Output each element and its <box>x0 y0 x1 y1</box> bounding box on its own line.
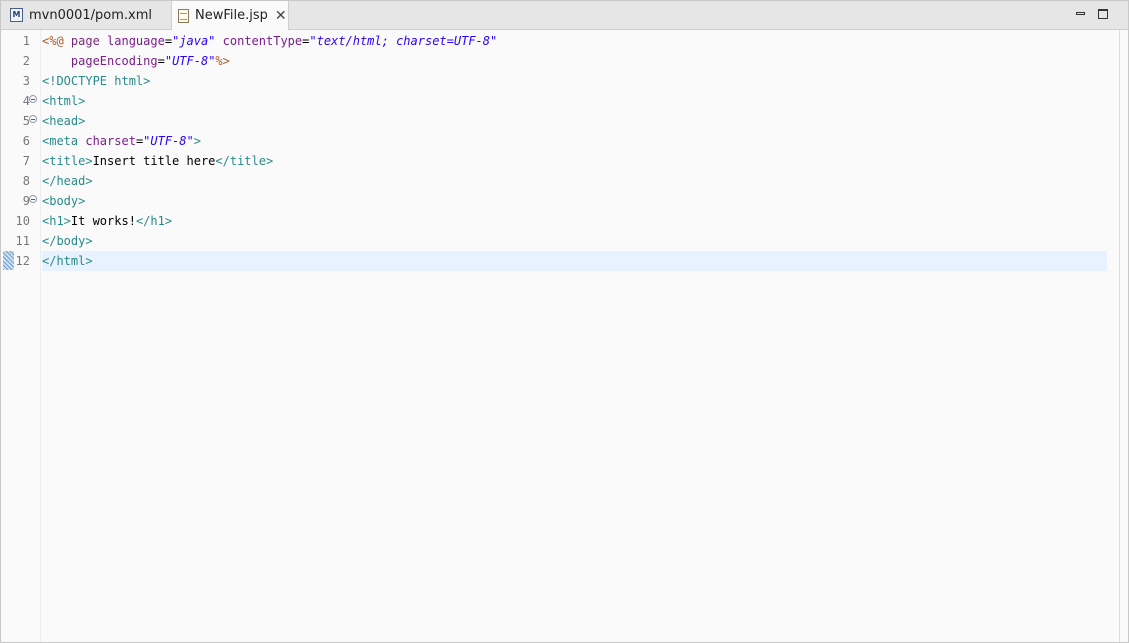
code-token: page <box>70 34 108 48</box>
line-number: 6 <box>22 134 30 148</box>
code-token: <meta <box>42 134 86 148</box>
code-token: <head> <box>42 114 86 128</box>
code-line[interactable]: </html> <box>42 251 1107 271</box>
line-number: 8 <box>22 174 30 188</box>
vertical-scrollbar[interactable] <box>1119 30 1120 642</box>
code-token: = <box>157 54 165 68</box>
code-line[interactable]: <head> <box>42 111 1107 131</box>
line-number: 4 <box>22 94 30 108</box>
code-token: </title> <box>215 154 274 168</box>
fold-collapse-icon[interactable] <box>29 195 37 203</box>
line-number: 9 <box>22 194 30 208</box>
code-line[interactable]: <!DOCTYPE html> <box>42 71 1107 91</box>
code-token: language <box>107 34 165 48</box>
line-number: 12 <box>15 254 30 268</box>
minimize-icon[interactable] <box>1075 8 1087 20</box>
line-number: 5 <box>22 114 30 128</box>
line-number: 1 <box>22 34 30 48</box>
tab-label: mvn0001/pom.xml <box>29 7 153 23</box>
code-token: It works! <box>70 214 136 228</box>
code-line[interactable]: <title>Insert title here</title> <box>42 151 1107 171</box>
code-line[interactable]: pageEncoding="UTF-8"%> <box>42 51 1107 71</box>
code-line[interactable]: <body> <box>42 191 1107 211</box>
line-number: 7 <box>22 154 30 168</box>
tab-label: NewFile.jsp <box>195 8 268 23</box>
code-token: <h1> <box>42 214 71 228</box>
code-token: </body> <box>42 234 93 248</box>
code-token: %> <box>215 54 230 68</box>
code-token: </h1> <box>135 214 173 228</box>
code-line[interactable]: <h1>It works!</h1> <box>42 211 1107 231</box>
code-token: </html> <box>42 254 93 268</box>
fold-collapse-icon[interactable] <box>29 95 37 103</box>
code-editor[interactable]: <%@ page language="java" contentType="te… <box>41 30 1107 642</box>
code-token: "UTF-8" <box>143 134 194 148</box>
code-token: <body> <box>42 194 86 208</box>
code-token: "UTF-8" <box>164 54 216 68</box>
maximize-icon[interactable] <box>1097 8 1109 20</box>
code-token: <!DOCTYPE html> <box>42 74 151 88</box>
code-token: contentType <box>222 34 303 48</box>
code-token: </head> <box>42 174 93 188</box>
code-line[interactable]: <html> <box>42 91 1107 111</box>
line-number-gutter[interactable]: 1 2 3 4 5 6 7 8 9 10 11 12 <box>1 30 41 642</box>
close-icon[interactable]: ✕ <box>275 9 287 23</box>
editor-tab-bar: M mvn0001/pom.xml NewFile.jsp ✕ <box>1 1 1128 30</box>
editor-panel: M mvn0001/pom.xml NewFile.jsp ✕ 12345678… <box>0 0 1129 643</box>
jsp-file-icon <box>178 8 189 23</box>
code-line[interactable]: <meta charset="UTF-8"> <box>42 131 1107 151</box>
code-line[interactable]: <%@ page language="java" contentType="te… <box>42 31 1107 51</box>
code-token: "text/html; charset=UTF-8" <box>309 34 498 48</box>
code-token: <%@ <box>42 34 71 48</box>
code-token: charset <box>85 134 136 148</box>
line-number: 11 <box>15 234 30 248</box>
code-token: <html> <box>42 94 86 108</box>
tab-pom-xml[interactable]: M mvn0001/pom.xml <box>1 1 167 29</box>
code-token: <title> <box>42 154 93 168</box>
code-token: pageEncoding <box>70 54 158 68</box>
line-number: 3 <box>22 74 30 88</box>
tab-newfile-jsp[interactable]: NewFile.jsp ✕ <box>171 1 289 30</box>
code-token: "java" <box>172 34 216 48</box>
line-number: 2 <box>22 54 30 68</box>
code-line[interactable]: </head> <box>42 171 1107 191</box>
code-token: Insert title here <box>92 154 216 168</box>
code-token: = <box>164 34 173 48</box>
code-line[interactable]: </body> <box>42 231 1107 251</box>
fold-collapse-icon[interactable] <box>29 115 37 123</box>
line-number: 10 <box>15 214 30 228</box>
maven-pom-icon: M <box>10 8 23 22</box>
code-token: > <box>193 134 201 148</box>
